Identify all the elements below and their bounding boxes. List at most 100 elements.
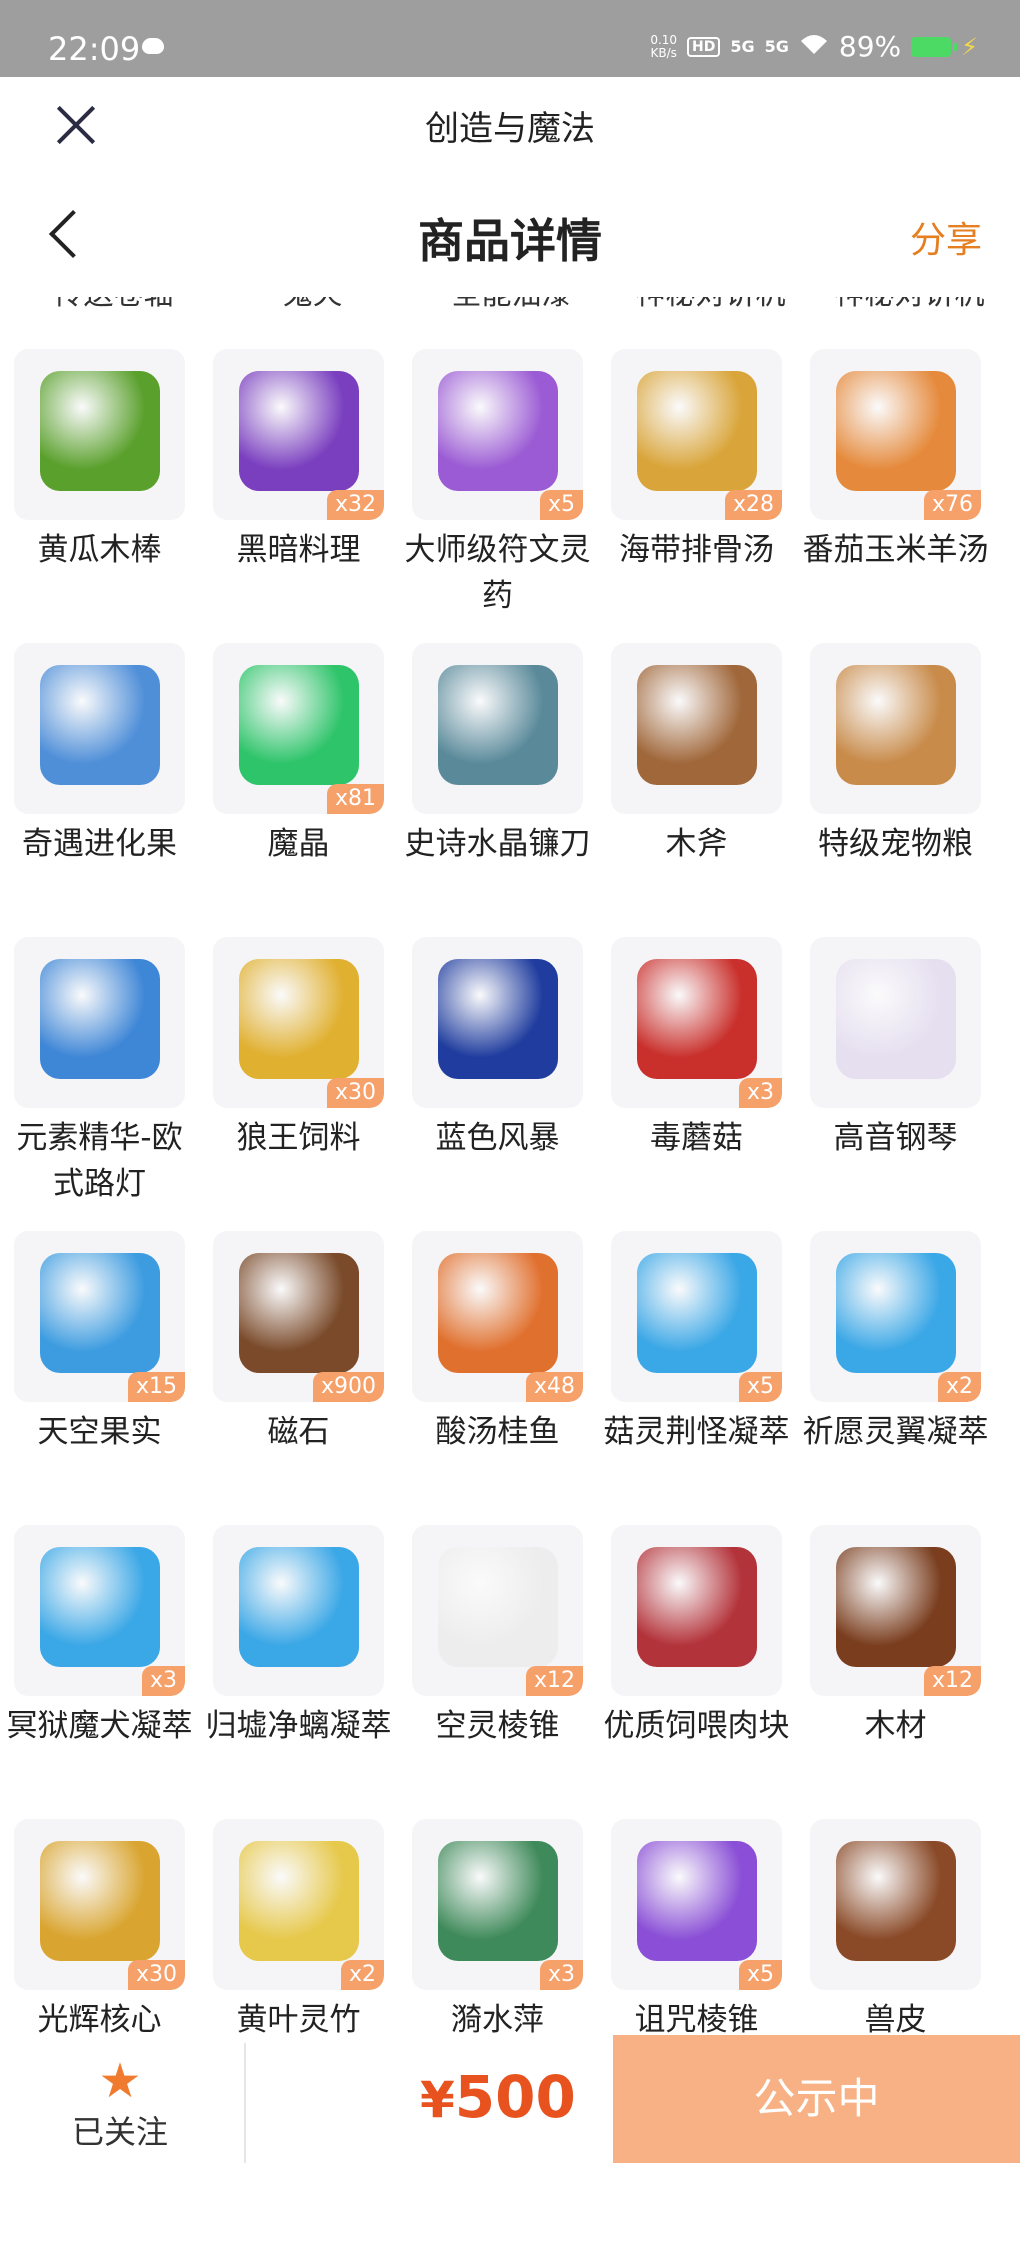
item-icon bbox=[239, 1253, 359, 1373]
item-image: x5 bbox=[611, 1819, 782, 1990]
item-name: 奇遇进化果 bbox=[22, 826, 177, 862]
quantity-badge: x48 bbox=[525, 1372, 583, 1402]
item-name: 漪水萍 bbox=[451, 2002, 544, 2035]
divider bbox=[244, 2043, 246, 2163]
quantity-badge: x5 bbox=[539, 490, 583, 520]
item-icon bbox=[637, 371, 757, 491]
item-icon bbox=[438, 1547, 558, 1667]
item-image: x3 bbox=[611, 937, 782, 1108]
item-icon bbox=[438, 1841, 558, 1961]
item-name: 酸汤桂鱼 bbox=[435, 1414, 560, 1450]
quantity-badge: x12 bbox=[525, 1666, 583, 1696]
item-name: 史诗水晶镰刀 bbox=[404, 826, 591, 862]
item-image: x15 bbox=[14, 1231, 185, 1402]
item-name: 传送卷轴 bbox=[14, 297, 213, 312]
item-name: 兽皮 bbox=[864, 2002, 927, 2035]
page-title: 商品详情 bbox=[418, 214, 602, 268]
star-icon: ★ bbox=[98, 2053, 142, 2109]
signal-5g-icon-2: 5G bbox=[764, 37, 789, 56]
net-speed: 0.10 KB/s bbox=[650, 32, 678, 60]
item-icon bbox=[239, 959, 359, 1079]
item-name: 黄叶灵竹 bbox=[236, 2002, 361, 2035]
bottom-bar: ★ 已关注 ¥500 公示中 bbox=[0, 2035, 1020, 2267]
item-image: x48 bbox=[412, 1231, 583, 1402]
item-image: x3 bbox=[14, 1525, 185, 1696]
notification-icon bbox=[142, 38, 164, 54]
quantity-badge: x5 bbox=[738, 1960, 782, 1990]
item-image: x30 bbox=[14, 1819, 185, 1990]
item-icon bbox=[836, 1253, 956, 1373]
item-name: 神秘对讲机 bbox=[611, 297, 810, 312]
quantity-badge: x32 bbox=[326, 490, 384, 520]
item-image bbox=[14, 349, 185, 520]
quantity-badge: x15 bbox=[127, 1372, 185, 1402]
item-image: x900 bbox=[213, 1231, 384, 1402]
item-name: 光辉核心 bbox=[37, 2002, 162, 2035]
item-name: 狼王饲料 bbox=[236, 1120, 361, 1156]
item-name: 海带排骨汤 bbox=[619, 532, 774, 568]
item-name: 毒蘑菇 bbox=[650, 1120, 743, 1156]
item-name: 木斧 bbox=[665, 826, 728, 862]
battery-icon bbox=[911, 36, 958, 57]
item-image bbox=[810, 1819, 981, 1990]
item-image bbox=[611, 1525, 782, 1696]
item-name: 特级宠物粮 bbox=[818, 826, 973, 862]
follow-label: 已关注 bbox=[71, 2113, 168, 2151]
item-icon bbox=[239, 1841, 359, 1961]
item-name: 番茄玉米羊汤 bbox=[802, 532, 989, 568]
item-name: 菇灵荆怪凝萃 bbox=[603, 1414, 790, 1450]
status-icons: 0.10 KB/s HD 5G 5G 89% ⚡ bbox=[650, 30, 978, 63]
item-name: 元素精华-欧式路灯 bbox=[16, 1120, 183, 1202]
item-image: x28 bbox=[611, 349, 782, 520]
item-icon bbox=[438, 959, 558, 1079]
public-notice-button[interactable]: 公示中 bbox=[613, 2035, 1020, 2163]
signal-5g-icon: 5G bbox=[730, 37, 755, 56]
price: ¥500 bbox=[420, 2063, 576, 2131]
app-title-bar: 创造与魔法 bbox=[0, 77, 1020, 187]
item-icon bbox=[836, 371, 956, 491]
item-name: 蓝色风暴 bbox=[435, 1120, 560, 1156]
hd-icon: HD bbox=[687, 36, 721, 57]
status-bar: 22:09 0.10 KB/s HD 5G 5G 89% ⚡ bbox=[0, 0, 1020, 77]
clock: 22:09 bbox=[48, 30, 141, 68]
item-name: 空灵棱锥 bbox=[435, 1708, 560, 1744]
item-icon bbox=[836, 1547, 956, 1667]
follow-button[interactable]: ★ 已关注 bbox=[40, 2055, 200, 2153]
quantity-badge: x2 bbox=[340, 1960, 384, 1990]
quantity-badge: x30 bbox=[127, 1960, 185, 1990]
quantity-badge: x12 bbox=[923, 1666, 981, 1696]
item-name: 归墟净螭凝萃 bbox=[205, 1708, 392, 1744]
item-name: 神秘对讲机 bbox=[810, 297, 1009, 312]
item-name: 天空果实 bbox=[37, 1414, 162, 1450]
item-image bbox=[14, 643, 185, 814]
item-image: x2 bbox=[213, 1819, 384, 1990]
item-image bbox=[14, 937, 185, 1108]
item-name: 祈愿灵翼凝萃 bbox=[802, 1414, 989, 1450]
item-image bbox=[412, 643, 583, 814]
item-name: 木材 bbox=[864, 1708, 927, 1744]
item-image: x81 bbox=[213, 643, 384, 814]
item-image bbox=[412, 937, 583, 1108]
item-icon bbox=[40, 1841, 160, 1961]
currency-symbol: ¥ bbox=[420, 2071, 455, 2129]
item-icon bbox=[438, 665, 558, 785]
wifi-icon bbox=[799, 30, 829, 63]
item-name: 全能油漆 bbox=[412, 297, 611, 312]
item-image bbox=[810, 937, 981, 1108]
item-image bbox=[213, 1525, 384, 1696]
quantity-badge: x3 bbox=[738, 1078, 782, 1108]
quantity-badge: x2 bbox=[937, 1372, 981, 1402]
item-image: x2 bbox=[810, 1231, 981, 1402]
page-header: 商品详情 分享 bbox=[0, 187, 1020, 297]
item-name: 大师级符文灵药 bbox=[404, 532, 591, 614]
quantity-badge: x3 bbox=[539, 1960, 583, 1990]
item-icon bbox=[438, 1253, 558, 1373]
item-name: 冥狱魔犬凝萃 bbox=[6, 1708, 193, 1744]
item-grid: 传送卷轴 鬼火 全能油漆 神秘对讲机 神秘对讲机 黄瓜木棒 x32 黑暗料理 x5 大师… bbox=[0, 297, 1020, 2035]
price-value: 500 bbox=[454, 2063, 576, 2131]
share-button[interactable]: 分享 bbox=[910, 211, 982, 263]
quantity-badge: x3 bbox=[141, 1666, 185, 1696]
item-icon bbox=[40, 1547, 160, 1667]
item-icon bbox=[637, 959, 757, 1079]
item-image: x12 bbox=[810, 1525, 981, 1696]
